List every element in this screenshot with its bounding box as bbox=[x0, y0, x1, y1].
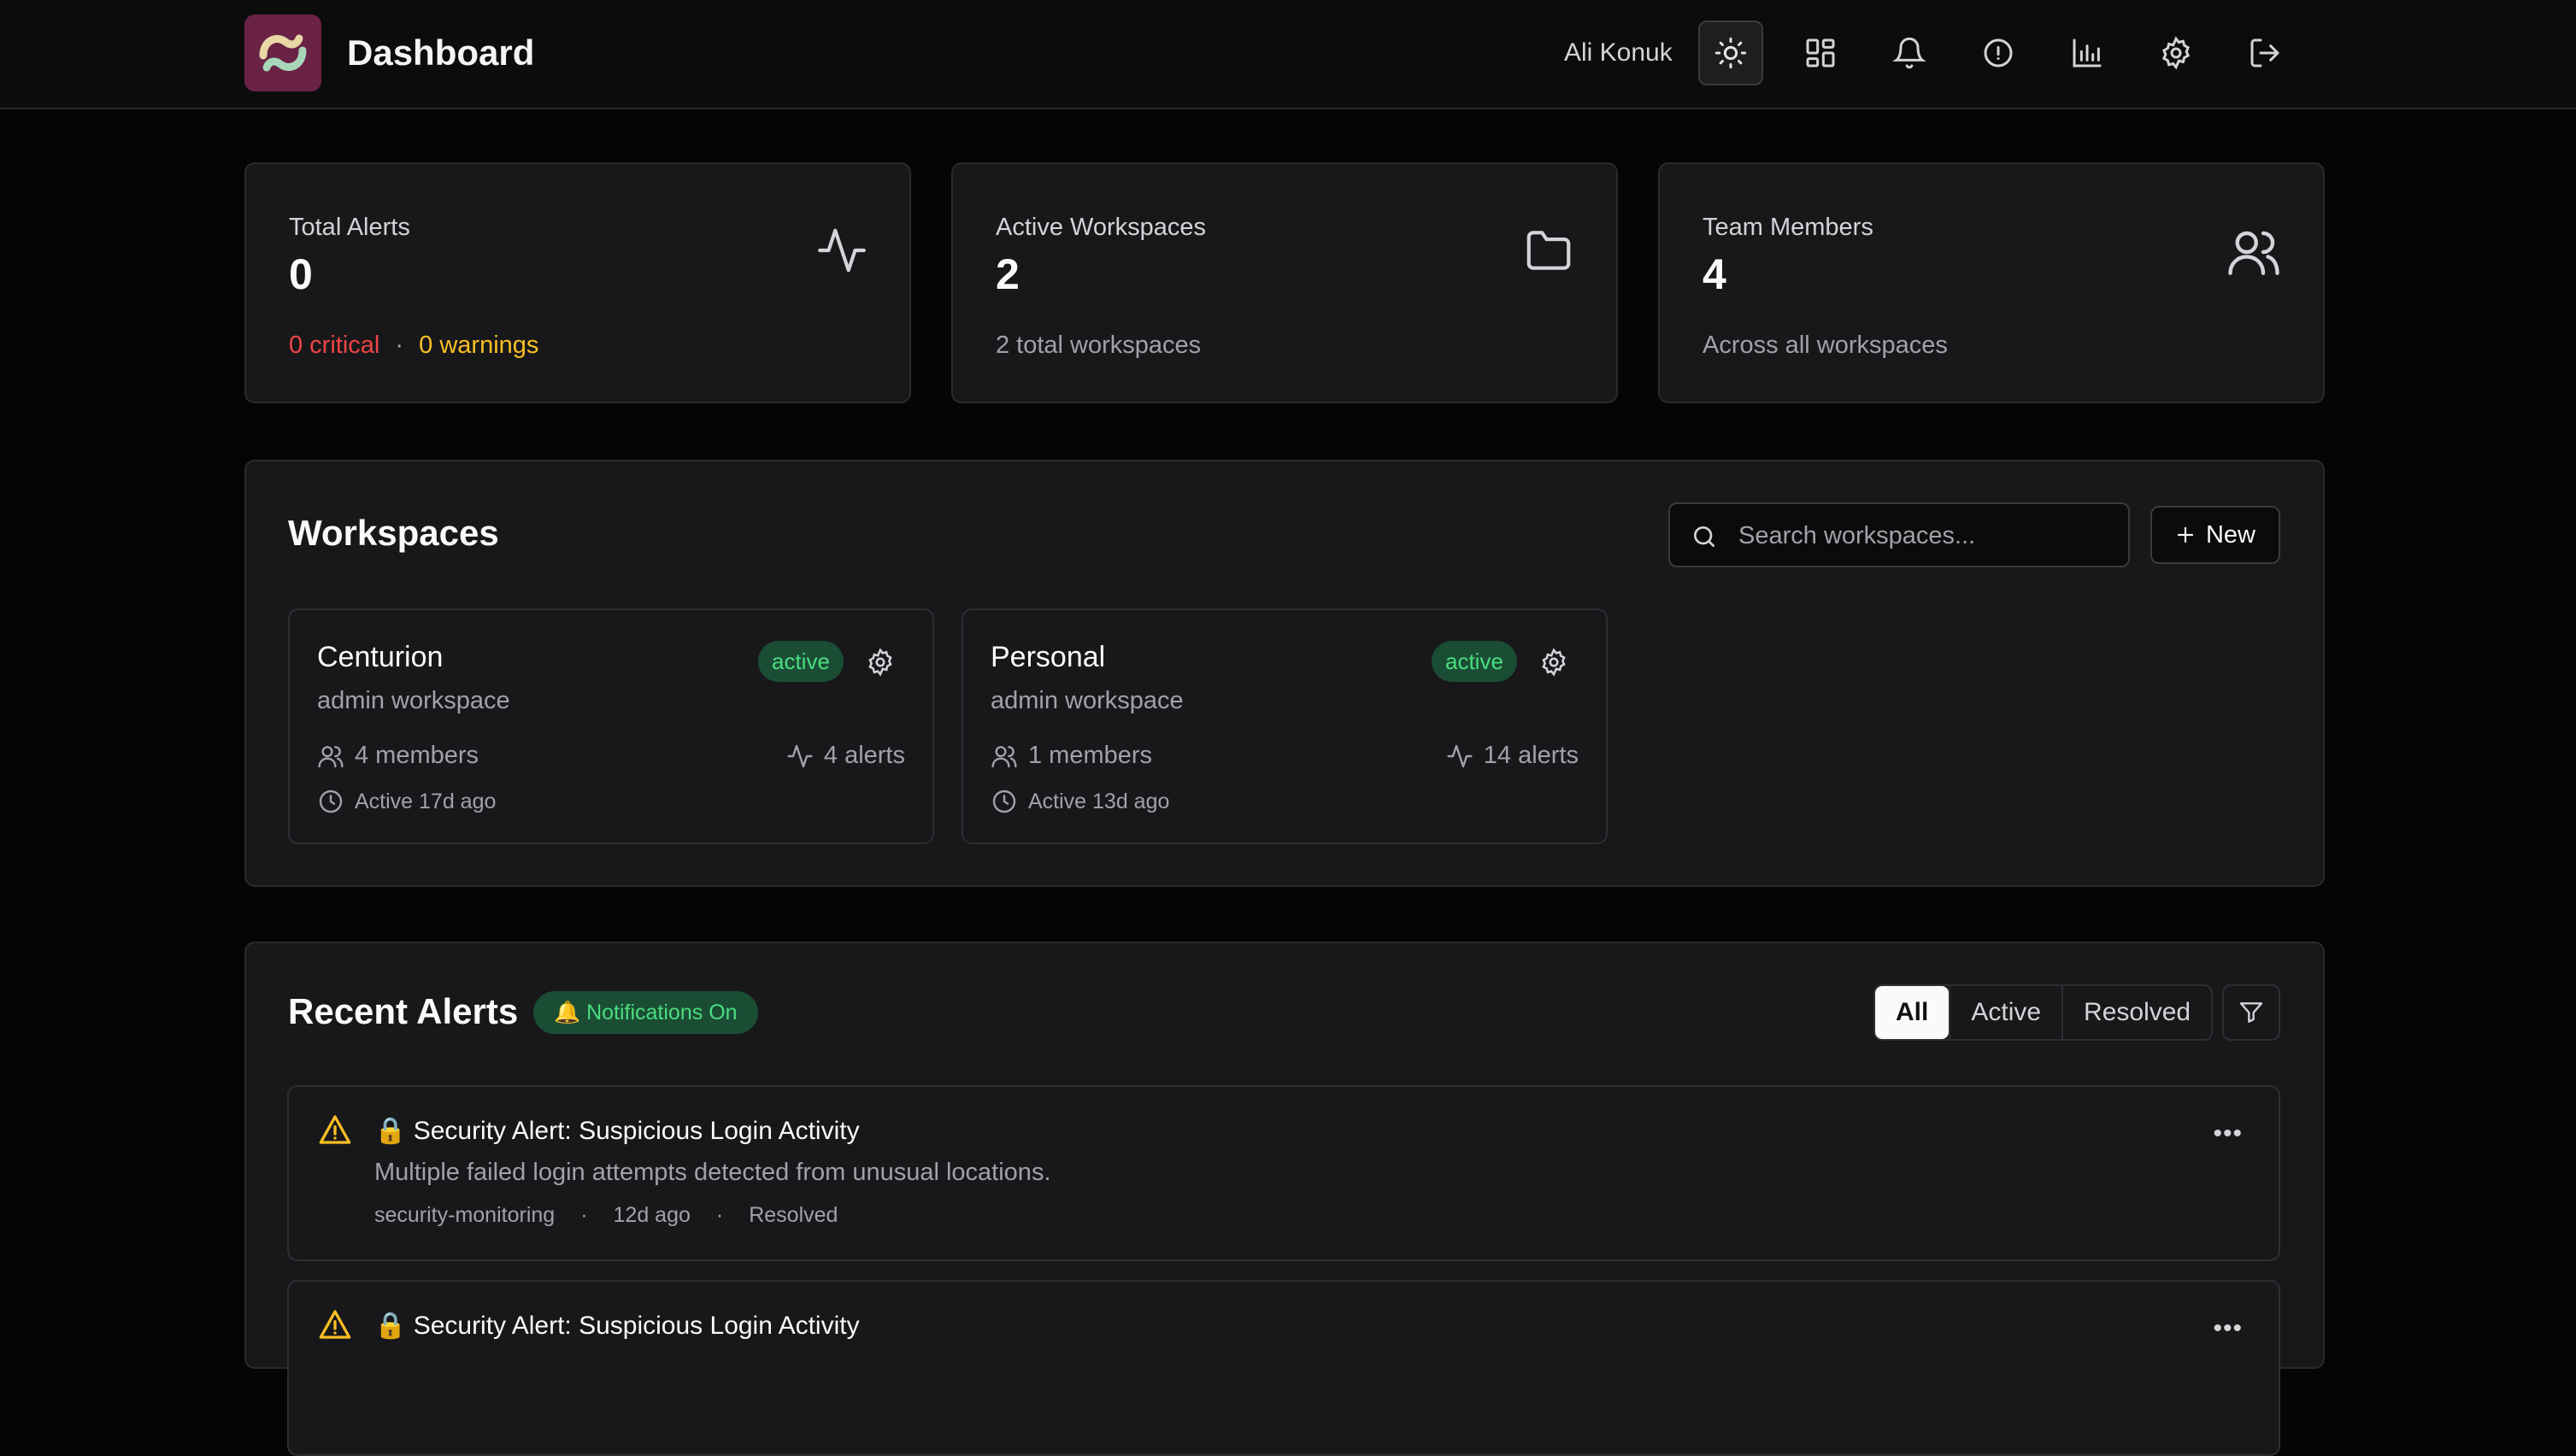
activity-icon bbox=[787, 744, 813, 767]
stat-card-active-workspaces: Active Workspaces 2 2 total workspaces bbox=[951, 162, 1618, 403]
status-badge: active bbox=[758, 641, 844, 682]
activity-icon bbox=[818, 228, 866, 273]
warning-icon bbox=[319, 1310, 351, 1339]
grid-icon bbox=[1806, 38, 1835, 68]
bar-chart-icon bbox=[2073, 38, 2102, 68]
more-options-icon[interactable]: ••• bbox=[2213, 1119, 2243, 1148]
activity-icon bbox=[1447, 744, 1473, 767]
new-workspace-button[interactable]: New bbox=[2150, 506, 2280, 564]
warning-count: 0 warnings bbox=[419, 332, 539, 359]
recent-alerts-title: Recent Alerts bbox=[288, 991, 519, 1031]
workspace-last-active: Active 17d ago bbox=[317, 788, 496, 815]
alert-time: 12d ago bbox=[613, 1203, 691, 1227]
stat-subtext: 2 total workspaces bbox=[996, 332, 1202, 359]
last-active-text: Active 13d ago bbox=[1028, 789, 1170, 813]
clock-icon bbox=[992, 790, 1016, 813]
last-active-text: Active 17d ago bbox=[355, 789, 497, 813]
logo-swirl-icon bbox=[259, 34, 307, 72]
logout-icon bbox=[2250, 38, 2279, 68]
workspaces-title: Workspaces bbox=[288, 513, 499, 553]
workspace-name: Personal bbox=[991, 641, 1106, 673]
alert-source: security-monitoring bbox=[374, 1203, 556, 1227]
status-badge: active bbox=[1432, 641, 1517, 682]
more-options-icon[interactable]: ••• bbox=[2213, 1314, 2243, 1343]
user-name[interactable]: Ali Konuk bbox=[1564, 38, 1673, 68]
bell-icon bbox=[1892, 37, 1926, 69]
workspace-last-active: Active 13d ago bbox=[991, 788, 1169, 815]
stat-value: 0 bbox=[289, 250, 313, 298]
workspace-card[interactable]: Centurion admin workspace active 4 membe… bbox=[288, 608, 934, 844]
tab-all[interactable]: All bbox=[1875, 986, 1950, 1039]
users-icon bbox=[2228, 231, 2279, 275]
stat-label: Total Alerts bbox=[289, 214, 410, 241]
stat-card-total-alerts: Total Alerts 0 0 critical · 0 warnings bbox=[244, 162, 911, 403]
app-logo[interactable] bbox=[244, 15, 321, 91]
tab-active[interactable]: Active bbox=[1949, 986, 2061, 1039]
filter-icon bbox=[2239, 1002, 2263, 1023]
warning-icon bbox=[319, 1115, 351, 1144]
filter-button[interactable] bbox=[2222, 984, 2280, 1041]
workspace-members: 4 members bbox=[317, 742, 479, 770]
logout-button[interactable] bbox=[2232, 21, 2297, 85]
top-bar: Dashboard Ali Konuk bbox=[0, 0, 2576, 109]
members-count: 4 members bbox=[355, 742, 479, 769]
page-title: Dashboard bbox=[347, 32, 535, 73]
alert-title: 🔒 Security Alert: Suspicious Login Activ… bbox=[374, 1312, 860, 1340]
search-icon bbox=[1694, 526, 1714, 547]
notifications-button[interactable] bbox=[1877, 21, 1942, 85]
dashboard-button[interactable] bbox=[1788, 21, 1853, 85]
stat-subtext: Across all workspaces bbox=[1703, 332, 1948, 359]
alert-item[interactable]: 🔒 Security Alert: Suspicious Login Activ… bbox=[287, 1085, 2280, 1261]
gear-icon bbox=[2161, 36, 2191, 70]
alerts-count: 14 alerts bbox=[1483, 742, 1579, 769]
stat-value: 2 bbox=[996, 250, 1020, 298]
critical-count: 0 critical bbox=[289, 332, 380, 359]
workspace-card[interactable]: Personal admin workspace active 1 member… bbox=[962, 608, 1608, 844]
alert-circle-icon bbox=[1984, 38, 2013, 68]
workspace-role: admin workspace bbox=[991, 687, 1184, 714]
users-icon bbox=[991, 745, 1017, 767]
settings-button[interactable] bbox=[2144, 21, 2208, 85]
stat-breakdown: 0 critical · 0 warnings bbox=[289, 332, 538, 360]
clock-icon bbox=[319, 790, 343, 813]
folder-icon bbox=[1526, 231, 1571, 270]
sun-icon bbox=[1714, 37, 1747, 69]
alert-description: Multiple failed login attempts detected … bbox=[374, 1159, 1051, 1186]
separator: · bbox=[395, 332, 404, 359]
alert-filter-tabs: All Active Resolved bbox=[1873, 984, 2214, 1041]
tab-resolved[interactable]: Resolved bbox=[2061, 986, 2211, 1039]
workspace-alerts: 4 alerts bbox=[786, 742, 905, 770]
stat-value: 4 bbox=[1703, 250, 1726, 298]
alert-status: Resolved bbox=[749, 1203, 838, 1227]
workspace-settings-icon[interactable] bbox=[1539, 648, 1568, 677]
alert-title: 🔒 Security Alert: Suspicious Login Activ… bbox=[374, 1117, 860, 1145]
separator: · bbox=[580, 1203, 588, 1227]
users-icon bbox=[318, 745, 344, 767]
workspace-members: 1 members bbox=[991, 742, 1152, 770]
stat-card-team-members: Team Members 4 Across all workspaces bbox=[1658, 162, 2325, 403]
notifications-badge[interactable]: 🔔 Notifications On bbox=[533, 991, 758, 1034]
alert-item[interactable]: 🔒 Security Alert: Suspicious Login Activ… bbox=[287, 1280, 2280, 1456]
plus-icon bbox=[2177, 526, 2194, 543]
workspace-search[interactable] bbox=[1668, 502, 2130, 567]
workspace-alerts: 14 alerts bbox=[1446, 742, 1579, 770]
separator: · bbox=[715, 1203, 724, 1227]
workspace-settings-icon[interactable] bbox=[866, 648, 895, 677]
stat-label: Team Members bbox=[1703, 214, 1873, 241]
new-button-label: New bbox=[2205, 520, 2255, 549]
theme-toggle-button[interactable] bbox=[1698, 21, 1763, 85]
workspace-name: Centurion bbox=[317, 641, 444, 673]
alerts-count: 4 alerts bbox=[823, 742, 905, 769]
search-input[interactable] bbox=[1738, 516, 2114, 555]
alert-meta: security-monitoring · 12d ago · Resolved bbox=[374, 1203, 838, 1228]
analytics-button[interactable] bbox=[2055, 21, 2120, 85]
workspace-role: admin workspace bbox=[317, 687, 510, 714]
alerts-button[interactable] bbox=[1966, 21, 2031, 85]
members-count: 1 members bbox=[1028, 742, 1153, 769]
stat-label: Active Workspaces bbox=[996, 214, 1207, 241]
